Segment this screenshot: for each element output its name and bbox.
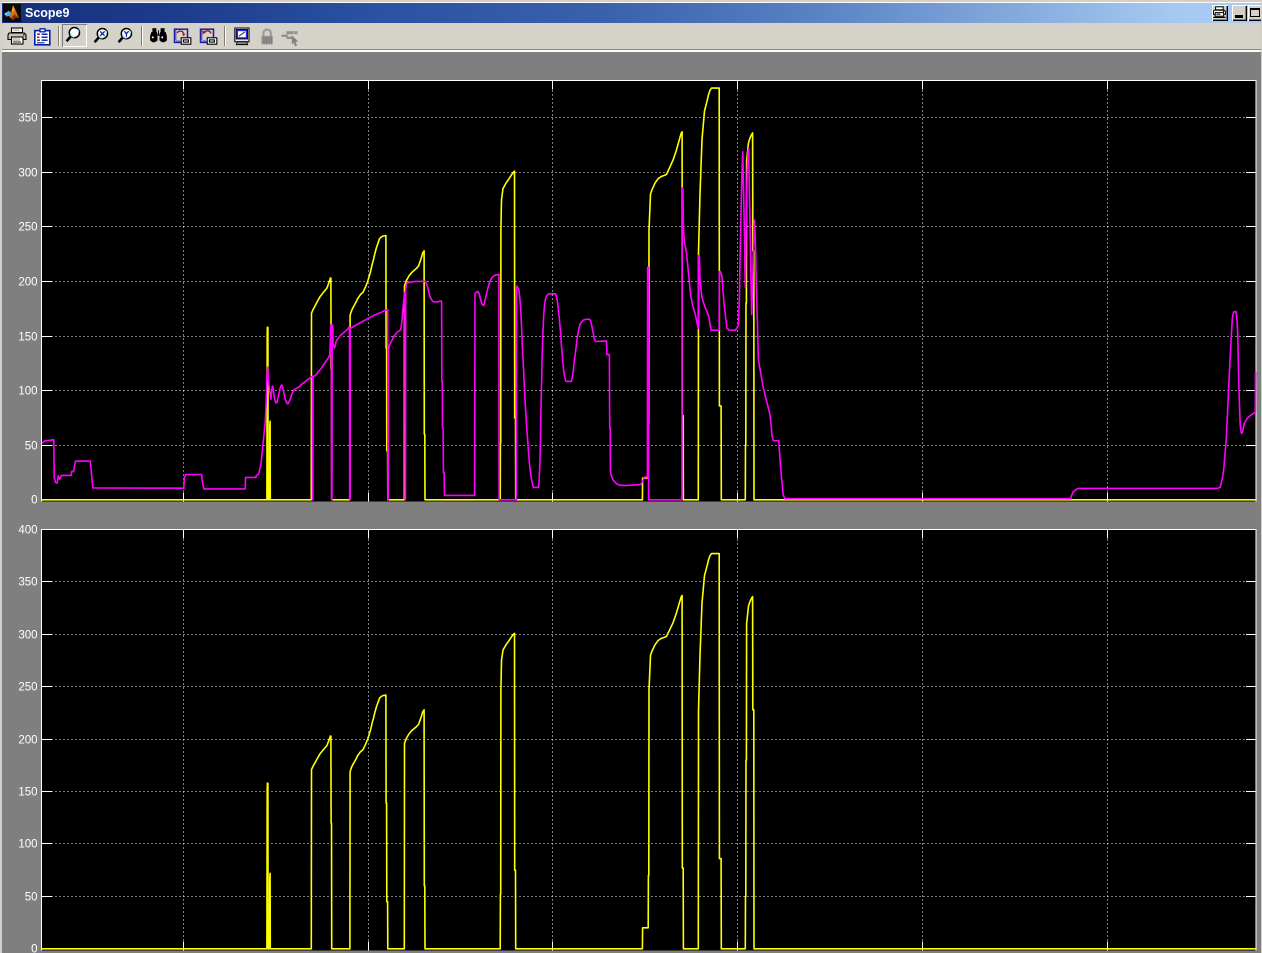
svg-text:50: 50 — [25, 891, 38, 903]
svg-text:0: 0 — [31, 494, 37, 506]
svg-text:250: 250 — [18, 681, 37, 693]
svg-text:0: 0 — [31, 943, 37, 953]
svg-text:350: 350 — [18, 112, 37, 124]
svg-text:200: 200 — [18, 734, 37, 746]
svg-text:300: 300 — [18, 629, 37, 641]
svg-text:150: 150 — [18, 331, 37, 343]
svg-text:150: 150 — [18, 786, 37, 798]
svg-text:400: 400 — [18, 524, 37, 536]
svg-text:200: 200 — [18, 276, 37, 288]
svg-text:350: 350 — [18, 576, 37, 588]
svg-text:100: 100 — [18, 385, 37, 397]
svg-text:50: 50 — [25, 440, 38, 452]
svg-text:100: 100 — [18, 838, 37, 850]
svg-text:250: 250 — [18, 221, 37, 233]
svg-text:300: 300 — [18, 167, 37, 179]
